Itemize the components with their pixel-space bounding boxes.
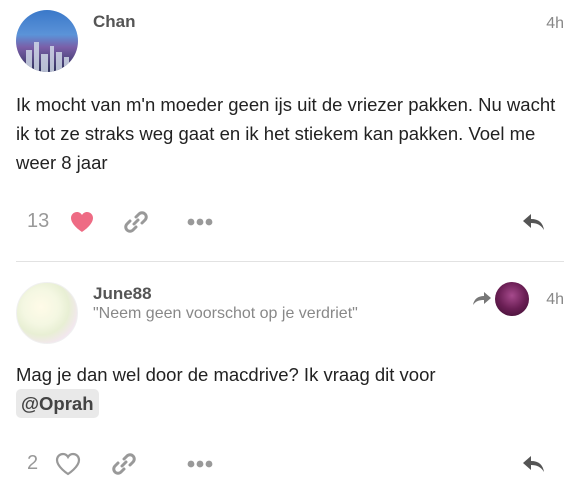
timestamp: 4h xyxy=(546,15,564,32)
reply-icon[interactable] xyxy=(518,450,550,478)
more-icon[interactable] xyxy=(184,450,216,478)
post: June88 "Neem geen voorschot op je verdri… xyxy=(0,262,578,500)
post-body: Ik mocht van m'n moeder geen ijs uit de … xyxy=(16,94,556,173)
avatar[interactable] xyxy=(16,10,78,72)
post: Chan 4h Ik mocht van m'n moeder geen ijs… xyxy=(0,0,578,262)
avatar[interactable] xyxy=(16,282,78,344)
reply-to-avatar[interactable] xyxy=(495,282,529,316)
username[interactable]: June88 xyxy=(93,284,152,304)
link-icon[interactable] xyxy=(108,450,140,478)
more-icon[interactable] xyxy=(184,208,216,236)
reply-icon[interactable] xyxy=(518,208,550,236)
post-body: Mag je dan wel door de macdrive? Ik vraa… xyxy=(16,360,566,418)
timestamp: 4h xyxy=(546,291,564,308)
heart-icon[interactable] xyxy=(53,450,83,478)
like-count: 13 xyxy=(27,210,50,232)
post-actions: 2 xyxy=(0,450,578,480)
heart-icon[interactable] xyxy=(67,208,97,236)
post-body-text: Mag je dan wel door de macdrive? Ik vraa… xyxy=(16,364,436,385)
like-count: 2 xyxy=(27,452,39,474)
mention-tag[interactable]: @Oprah xyxy=(16,389,99,418)
user-bio: "Neem geen voorschot op je verdriet" xyxy=(93,305,358,322)
post-actions: 13 xyxy=(0,208,578,238)
username[interactable]: Chan xyxy=(93,12,136,32)
link-icon[interactable] xyxy=(120,208,152,236)
share-arrow-icon xyxy=(472,290,492,311)
